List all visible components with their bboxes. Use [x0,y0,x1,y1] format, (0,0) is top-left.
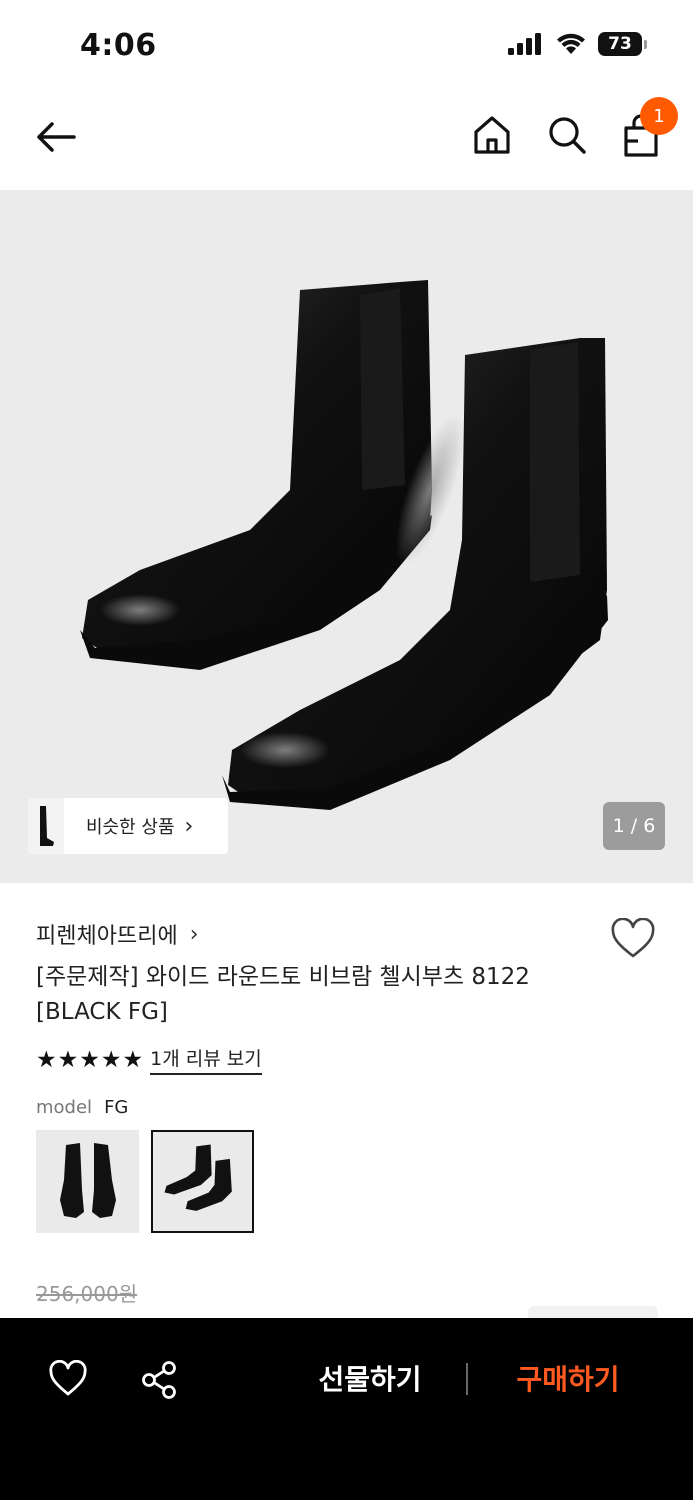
option-swatch-front-view[interactable] [36,1130,139,1233]
brand-name: 피렌체아뜨리에 [36,924,178,949]
buy-button[interactable]: 구매하기 [498,1358,638,1398]
product-photo-boots [80,280,608,810]
cellular-signal-icon [508,33,541,55]
battery-cap [644,39,647,49]
heart-icon[interactable] [610,918,656,960]
similar-products-thumbnail [28,798,64,854]
boots-front-view-image [60,1143,116,1218]
similar-products-button[interactable]: 비슷한 상품 › [28,798,228,854]
brand-link[interactable]: 피렌체아뜨리에 › [36,918,199,950]
search-icon[interactable] [545,113,589,157]
boots-side-view-image [164,1144,232,1211]
wishlist-heart-icon[interactable] [48,1360,88,1398]
option-label: model [36,1097,93,1118]
status-time: 4:06 [80,28,157,63]
rating-row: ★★★★★ 1개 리뷰 보기 [36,1044,262,1075]
divider [466,1363,468,1395]
home-icon[interactable] [470,113,514,157]
battery-level: 73 [598,32,642,56]
chevron-right-icon: › [184,813,194,839]
option-swatch-side-view[interactable] [151,1130,254,1233]
status-icons: 73 [508,32,647,56]
boot-thumbnail-icon [40,806,54,846]
original-price: 256,000원 [36,1282,138,1306]
product-title: [주문제작] 와이드 라운드토 비브람 첼시부츠 8122 [BLACK FG] [36,964,530,1025]
image-counter: 1 / 6 [603,802,665,850]
option-value: FG [104,1097,129,1118]
review-link[interactable]: 1개 리뷰 보기 [150,1044,262,1075]
wifi-icon [557,33,585,54]
bottom-action-bar: 선물하기 구매하기 [0,1318,693,1500]
option-swatches [36,1130,254,1233]
gift-button[interactable]: 선물하기 [300,1358,440,1398]
cart-count-badge: 1 [640,97,678,135]
star-rating: ★★★★★ [36,1046,145,1073]
status-bar: 4:06 73 [0,0,693,90]
chevron-right-icon: › [189,921,199,947]
top-navigation: 1 [0,95,693,180]
option-row: model FG [36,1097,128,1118]
similar-products-label: 비슷한 상품 [86,817,175,838]
back-arrow-icon[interactable] [30,115,82,159]
share-icon[interactable] [140,1360,178,1400]
battery-indicator: 73 [598,32,647,56]
product-image-gallery[interactable]: 비슷한 상품 › 1 / 6 [0,190,693,883]
